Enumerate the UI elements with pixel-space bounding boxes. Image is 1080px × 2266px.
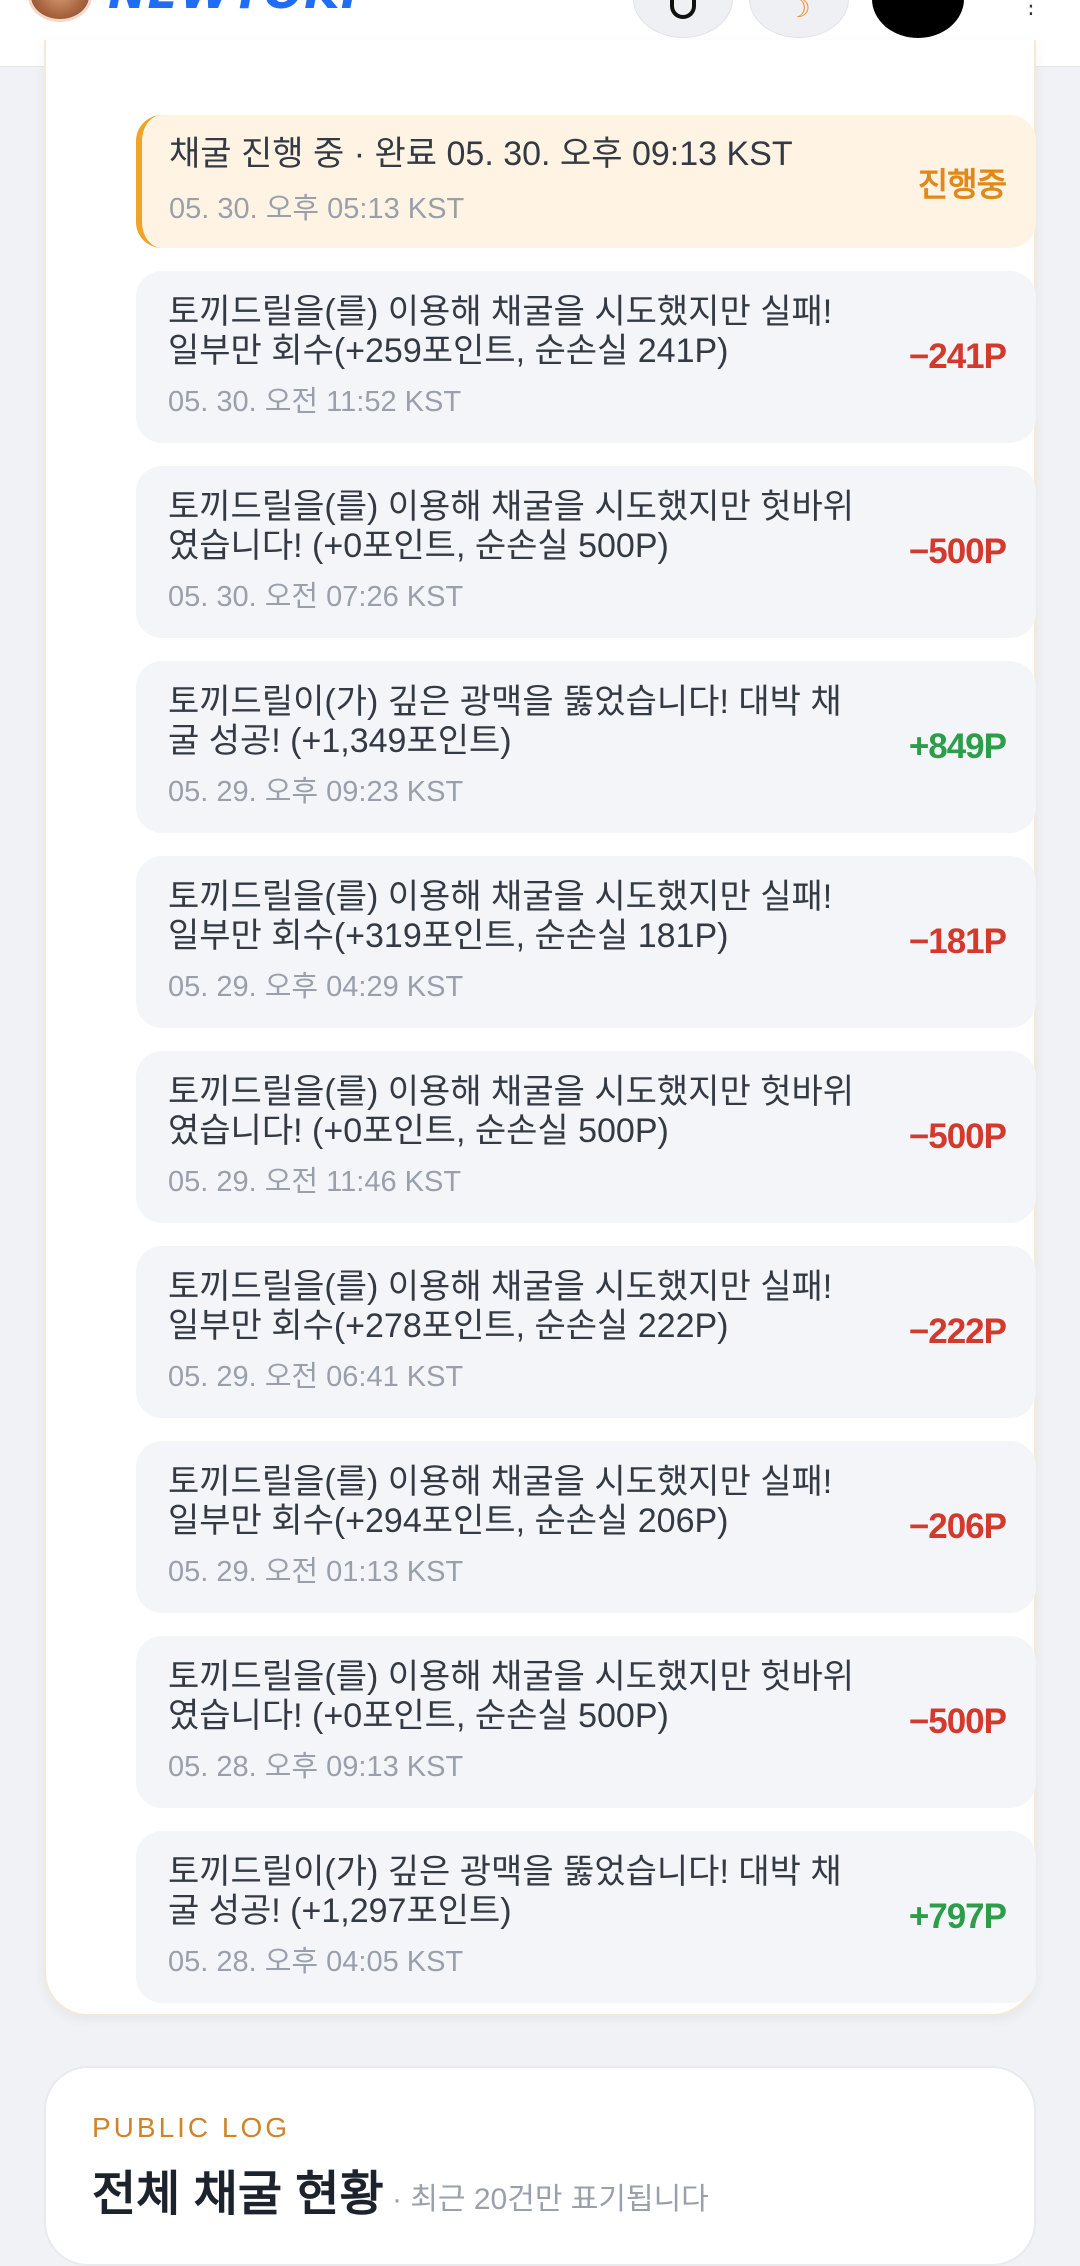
log-item-text: 토끼드릴을(를) 이용해 채굴을 시도했지만 실패! 일부만 회수(+278포인… [168,1268,833,1345]
search-icon [670,0,696,19]
log-item-time: 05. 29. 오전 11:46 KST [168,1166,462,1198]
active-mining-title: 채굴 진행 중 · 완료 05. 30. 오후 09:13 KST [169,135,793,173]
log-item-time: 05. 29. 오전 06:41 KST [168,1361,464,1393]
more-icon[interactable]: ⋮ [1020,0,1042,18]
log-item-amount: −181P [908,922,1007,961]
log-item-text: 토끼드릴을(를) 이용해 채굴을 시도했지만 실패! 일부만 회수(+294포인… [168,1463,833,1540]
public-log-card: PUBLIC LOG 전체 채굴 현황 · 최근 20건만 표기됩니다 [44,2066,1036,2266]
moon-icon: ☽ [787,0,811,24]
log-item-amount: −222P [908,1312,1007,1351]
status-badge: 진행중 [917,165,1007,203]
log-item-amount: −500P [908,532,1007,571]
public-log-eyebrow: PUBLIC LOG [92,2112,291,2143]
public-log-subtitle: · 최근 20건만 표기됩니다 [392,2183,709,2216]
theme-toggle-button[interactable]: ☽ [749,0,849,38]
mining-log-list: 채굴 진행 중 · 완료 05. 30. 오후 09:13 KST 05. 30… [136,115,1036,2026]
log-item-time: 05. 29. 오후 04:29 KST [168,971,464,1003]
log-item-amount: −500P [908,1702,1007,1741]
active-mining-time: 05. 30. 오후 05:13 KST [169,193,465,225]
mining-log-card: 채굴 진행 중 · 완료 05. 30. 오후 09:13 KST 05. 30… [44,40,1036,2016]
public-log-title: 전체 채굴 현황 [92,2168,384,2221]
log-item-time: 05. 29. 오전 01:13 KST [168,1556,464,1588]
log-item-text: 토끼드릴을(를) 이용해 채굴을 시도했지만 실패! 일부만 회수(+259포인… [168,293,833,370]
log-item-text: 토끼드릴을(를) 이용해 채굴을 시도했지만 헛바위였습니다! (+0포인트, … [168,1073,855,1150]
log-item-text: 토끼드릴을(를) 이용해 채굴을 시도했지만 헛바위였습니다! (+0포인트, … [168,1658,855,1735]
log-item-text: 토끼드릴이(가) 깊은 광맥을 뚫었습니다! 대박 채굴 성공! (+1,297… [168,1853,842,1930]
profile-button[interactable] [872,0,964,38]
list-item: 토끼드릴을(를) 이용해 채굴을 시도했지만 헛바위였습니다! (+0포인트, … [136,1051,1036,1223]
list-item: 토끼드릴을(를) 이용해 채굴을 시도했지만 실패! 일부만 회수(+319포인… [136,856,1036,1028]
log-item-time: 05. 28. 오후 04:05 KST [168,1946,464,1978]
log-item-text: 토끼드릴을(를) 이용해 채굴을 시도했지만 실패! 일부만 회수(+319포인… [168,878,833,955]
active-mining-item: 채굴 진행 중 · 완료 05. 30. 오후 09:13 KST 05. 30… [136,115,1036,248]
log-item-time: 05. 29. 오후 09:23 KST [168,776,464,808]
list-item: 토끼드릴을(를) 이용해 채굴을 시도했지만 헛바위였습니다! (+0포인트, … [136,1636,1036,1808]
log-item-amount: −500P [908,1117,1007,1156]
list-item: 토끼드릴을(를) 이용해 채굴을 시도했지만 실패! 일부만 회수(+259포인… [136,271,1036,443]
list-item: 토끼드릴이(가) 깊은 광맥을 뚫었습니다! 대박 채굴 성공! (+1,297… [136,1831,1036,2003]
log-item-time: 05. 30. 오전 07:26 KST [168,581,464,613]
log-item-text: 토끼드릴이(가) 깊은 광맥을 뚫었습니다! 대박 채굴 성공! (+1,349… [168,683,842,760]
log-item-amount: +797P [908,1897,1007,1936]
list-item: 토끼드릴을(를) 이용해 채굴을 시도했지만 실패! 일부만 회수(+278포인… [136,1246,1036,1418]
log-item-text: 토끼드릴을(를) 이용해 채굴을 시도했지만 헛바위였습니다! (+0포인트, … [168,488,855,565]
list-item: 토끼드릴을(를) 이용해 채굴을 시도했지만 헛바위였습니다! (+0포인트, … [136,466,1036,638]
list-item: 토끼드릴을(를) 이용해 채굴을 시도했지만 실패! 일부만 회수(+294포인… [136,1441,1036,1613]
log-item-amount: −206P [908,1507,1007,1546]
log-item-time: 05. 30. 오전 11:52 KST [168,386,462,418]
logo-avatar[interactable] [28,0,92,22]
log-item-amount: +849P [908,727,1007,766]
search-button[interactable] [633,0,733,38]
site-logo[interactable]: NEWTOKI [108,0,359,15]
log-item-time: 05. 28. 오후 09:13 KST [168,1751,464,1783]
log-item-amount: −241P [908,337,1007,376]
list-item: 토끼드릴이(가) 깊은 광맥을 뚫었습니다! 대박 채굴 성공! (+1,349… [136,661,1036,833]
